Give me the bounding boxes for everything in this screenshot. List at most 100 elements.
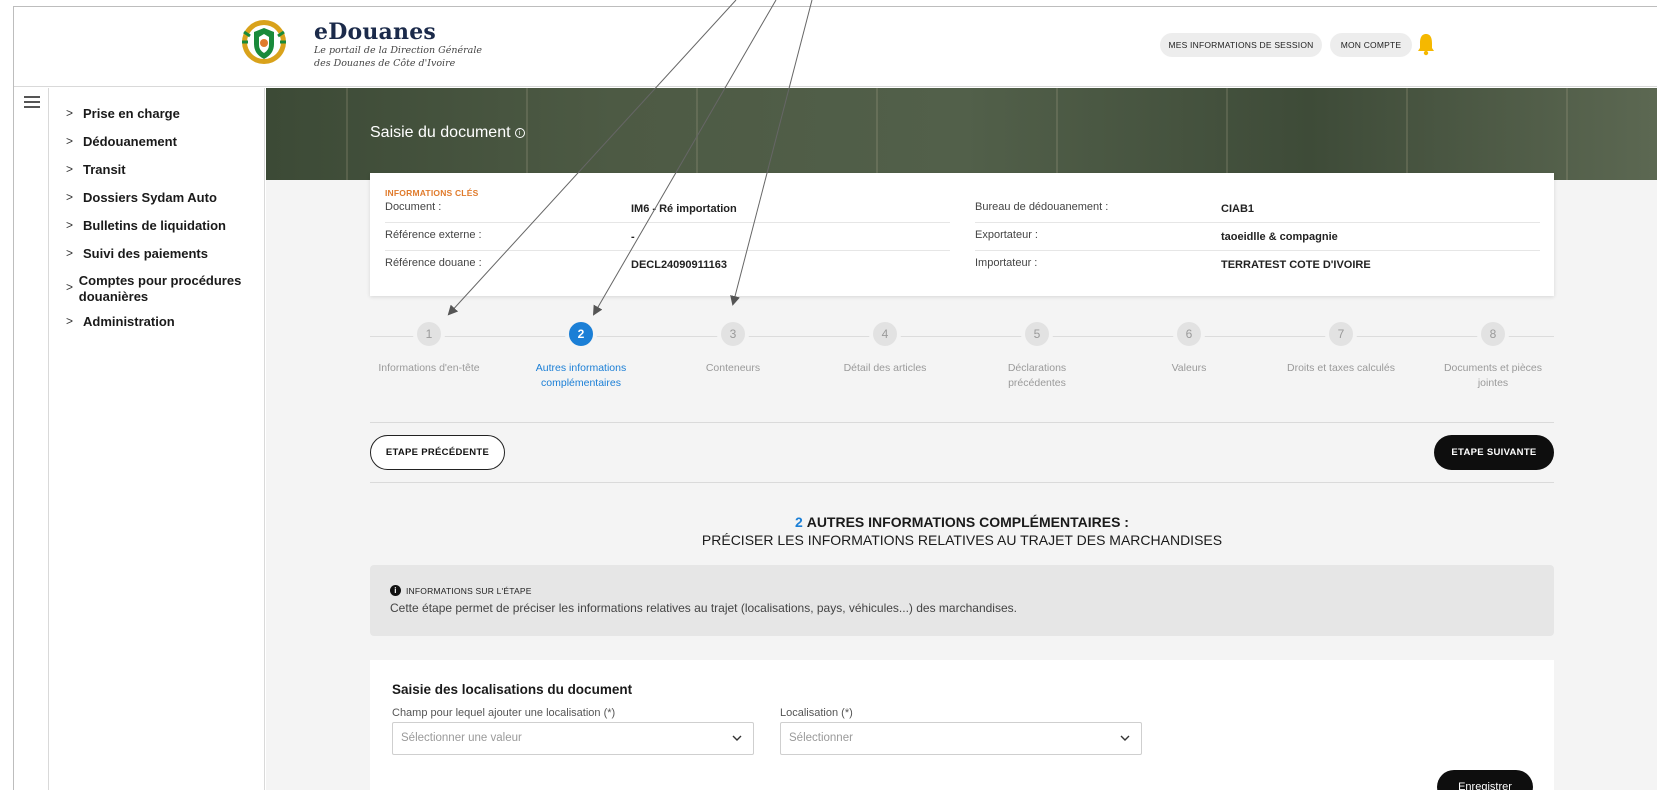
stepper-step-5[interactable]: 5 Déclarations précédentes [957, 318, 1117, 391]
previous-step-button[interactable]: ETAPE PRÉCÉDENTE [370, 435, 505, 470]
chevron-down-icon [1120, 735, 1130, 741]
info-icon[interactable]: i [514, 127, 525, 138]
step-number: 4 [869, 318, 901, 350]
chevron-right-icon: > [66, 134, 74, 148]
key-info-label: Référence douane : [385, 257, 482, 269]
chevron-right-icon: > [66, 246, 74, 260]
field-label: Champ pour lequel ajouter une localisati… [392, 707, 616, 719]
left-rail [14, 88, 49, 790]
divider [370, 482, 1554, 483]
next-step-button[interactable]: ETAPE SUIVANTE [1434, 435, 1554, 470]
brand-subtitle-line1: Le portail de la Direction Générale [314, 45, 482, 56]
step-label: Conteneurs [705, 362, 761, 374]
session-info-button[interactable]: MES INFORMATIONS DE SESSION [1160, 33, 1322, 57]
form-title: Saisie des localisations du document [392, 682, 633, 697]
key-info-value: taoeidlle & compagnie [1221, 231, 1338, 243]
key-info-value: TERRATEST COTE D'IVOIRE [1221, 259, 1371, 271]
step-number: 6 [1173, 318, 1205, 350]
step-number: 8 [1477, 318, 1509, 350]
locations-form-card: Saisie des localisations du document Cha… [370, 660, 1554, 790]
step-label: Autres informations complémentaires [535, 362, 627, 389]
step-label: Informations d'en-tête [378, 362, 480, 374]
step-label: Déclarations précédentes [1007, 362, 1067, 389]
key-info-label: Référence externe : [385, 229, 482, 241]
sidebar-item-prise-en-charge[interactable]: > Prise en charge [66, 106, 180, 122]
step-number: 7 [1325, 318, 1357, 350]
key-info-label: Bureau de dédouanement : [975, 201, 1109, 213]
key-info-row: Document : IM6 - Ré importation [385, 195, 950, 223]
step-label: Détail des articles [843, 362, 927, 374]
stepper-step-1[interactable]: 1 Informations d'en-tête [349, 318, 509, 376]
sidebar-item-suivi-des-paiements[interactable]: > Suivi des paiements [66, 246, 208, 262]
menu-toggle-icon[interactable] [24, 96, 40, 108]
step-info-heading: i INFORMATIONS SUR L'ÉTAPE [390, 585, 532, 596]
chevron-right-icon: > [66, 280, 74, 294]
brand-title: eDouanes [314, 19, 436, 45]
select-placeholder: Sélectionner une valeur [401, 732, 522, 744]
divider [370, 422, 1554, 423]
step-info-heading-text: INFORMATIONS SUR L'ÉTAPE [406, 585, 532, 596]
chevron-right-icon: > [66, 106, 74, 120]
top-header: eDouanes Le portail de la Direction Géné… [14, 7, 1657, 87]
location-select[interactable]: Sélectionner [780, 722, 1142, 755]
key-info-card: INFORMATIONS CLÉS Document : IM6 - Ré im… [370, 173, 1554, 296]
key-info-value: CIAB1 [1221, 203, 1255, 215]
key-info-row: Importateur : TERRATEST COTE D'IVOIRE [975, 251, 1540, 279]
field-select[interactable]: Sélectionner une valeur [392, 722, 754, 755]
sidebar-item-label: Comptes pour procédures douanières [78, 273, 242, 304]
side-navigation: > Prise en charge > Dédouanement > Trans… [50, 88, 265, 790]
key-info-row: Référence douane : DECL24090911163 [385, 251, 950, 279]
save-button[interactable]: Enregistrer [1437, 770, 1533, 790]
sidebar-item-bulletins-de-liquidation[interactable]: > Bulletins de liquidation [66, 218, 226, 234]
page-title: Saisie du document i [370, 124, 525, 142]
key-info-value: IM6 - Ré importation [631, 203, 737, 215]
step-label: Droits et taxes calculés [1287, 362, 1395, 374]
stepper-step-8[interactable]: 8 Documents et pièces jointes [1413, 318, 1573, 391]
brand-subtitle-line2: des Douanes de Côte d'Ivoire [314, 58, 456, 69]
step-info-text: Cette étape permet de préciser les infor… [390, 601, 1017, 615]
section-number: 2 [795, 514, 803, 530]
sidebar-item-administration[interactable]: > Administration [66, 314, 175, 330]
stepper-step-3[interactable]: 3 Conteneurs [653, 318, 813, 376]
customs-emblem-icon [242, 20, 286, 64]
sidebar-item-label: Prise en charge [83, 106, 180, 121]
brand-subtitle: Le portail de la Direction Générale des … [314, 44, 514, 70]
key-info-row: Exportateur : taoeidlle & compagnie [975, 223, 1540, 251]
sidebar-item-transit[interactable]: > Transit [66, 162, 126, 178]
chevron-right-icon: > [66, 190, 74, 204]
sidebar-item-label: Suivi des paiements [83, 246, 208, 261]
stepper-step-7[interactable]: 7 Droits et taxes calculés [1261, 318, 1421, 376]
section-heading: 2 AUTRES INFORMATIONS COMPLÉMENTAIRES : … [370, 513, 1554, 549]
sidebar-item-label: Administration [83, 314, 175, 329]
stepper-step-4[interactable]: 4 Détail des articles [805, 318, 965, 376]
chevron-right-icon: > [66, 218, 74, 232]
sidebar-item-dedouanement[interactable]: > Dédouanement [66, 134, 177, 150]
key-info-row: Référence externe : - [385, 223, 950, 251]
key-info-row: Bureau de dédouanement : CIAB1 [975, 195, 1540, 223]
sidebar-item-label: Dossiers Sydam Auto [83, 190, 217, 205]
step-label: Valeurs [1171, 362, 1207, 374]
notification-bell-icon[interactable] [1415, 32, 1437, 56]
key-info-label: Exportateur : [975, 229, 1038, 241]
step-label: Documents et pièces jointes [1443, 362, 1543, 389]
stepper-step-2[interactable]: 2 Autres informations complémentaires [501, 318, 661, 391]
section-title: AUTRES INFORMATIONS COMPLÉMENTAIRES : [806, 514, 1129, 530]
sidebar-item-label: Dédouanement [83, 134, 177, 149]
info-circle-icon: i [390, 585, 401, 596]
step-number: 5 [1021, 318, 1053, 350]
my-account-button[interactable]: MON COMPTE [1330, 33, 1412, 57]
key-info-value: - [631, 231, 635, 243]
sidebar-item-label: Bulletins de liquidation [83, 218, 226, 233]
select-placeholder: Sélectionner [789, 732, 853, 744]
sidebar-item-comptes-procedures[interactable]: > Comptes pour procédures douanières [66, 273, 256, 305]
sidebar-item-dossiers-sydam-auto[interactable]: > Dossiers Sydam Auto [66, 190, 217, 206]
step-number: 2 [565, 318, 597, 350]
field-label: Localisation (*) [780, 707, 853, 719]
key-info-label: Document : [385, 201, 442, 213]
chevron-right-icon: > [66, 314, 74, 328]
step-number: 1 [413, 318, 445, 350]
chevron-down-icon [732, 735, 742, 741]
key-info-value: DECL24090911163 [631, 259, 728, 271]
stepper-step-6[interactable]: 6 Valeurs [1109, 318, 1269, 376]
section-subtitle: PRÉCISER LES INFORMATIONS RELATIVES AU T… [701, 532, 1223, 548]
